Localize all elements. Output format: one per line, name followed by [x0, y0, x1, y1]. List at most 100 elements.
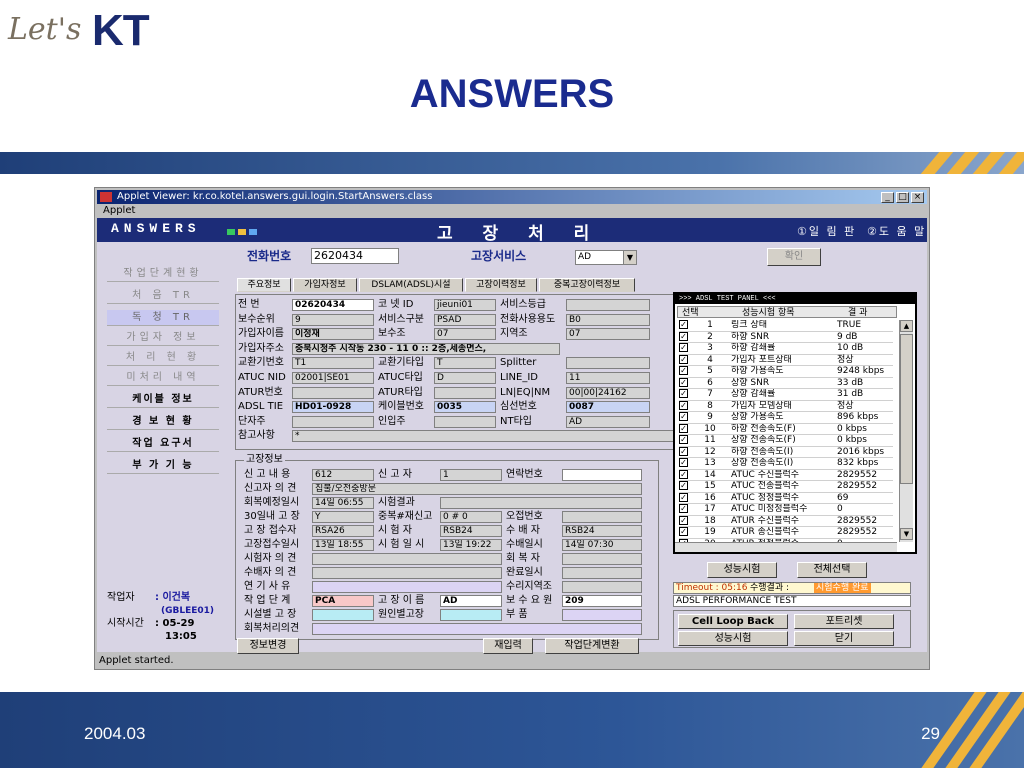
minimize-button[interactable]: _ [881, 192, 894, 203]
run-test-button[interactable]: 성능시험 [707, 562, 777, 578]
adsl-test-row[interactable]: ✓ 3 하향 감쇄률 10 dB [679, 343, 893, 355]
info-field-r8-v3[interactable]: 0087 [566, 401, 650, 414]
info-field-r9-v3[interactable]: AD [566, 415, 650, 428]
info-field-r2-v2[interactable]: PSAD [434, 313, 496, 326]
nav-item-4[interactable]: 처 리 현 황 [107, 350, 219, 366]
adsl-test-row[interactable]: ✓ 1 링크 상태 TRUE [679, 320, 893, 332]
info-field-r6-v3[interactable]: 11 [566, 372, 650, 384]
tab-trouble-history[interactable]: 고장이력정보 [465, 278, 537, 292]
nav-item-6[interactable]: 케이블 정보 [107, 392, 219, 408]
trouble-field-3-v1[interactable]: Y [312, 511, 374, 523]
adsl-test-row[interactable]: ✓ 11 상향 전송속도(F) 0 kbps [679, 435, 893, 447]
trouble-field-6-v3[interactable] [562, 553, 642, 565]
tab-dslam[interactable]: DSLAM(ADSL)시설 [359, 278, 463, 292]
info-field-r3-v3[interactable]: 07 [566, 328, 650, 341]
nav-item-1[interactable]: 처 음 TR [107, 288, 219, 304]
port-reset-button[interactable]: 포트리셋 [794, 614, 894, 629]
scroll-up-icon[interactable]: ▲ [900, 320, 913, 332]
info-field-r8-v2[interactable]: 0035 [434, 401, 496, 414]
info-field-r5-v1[interactable]: T1 [292, 357, 374, 370]
tab-duplicate-history[interactable]: 중복고장이력정보 [539, 278, 635, 292]
trouble-field-7-v3[interactable] [562, 567, 642, 579]
test-checkbox[interactable]: ✓ [679, 343, 688, 352]
nav-item-8[interactable]: 작업 요구서 [107, 436, 219, 452]
tab-subscriber-info[interactable]: 가입자정보 [293, 278, 357, 292]
info-field-r2-v3[interactable]: B0 [566, 313, 650, 326]
adsl-test-row[interactable]: ✓ 14 ATUC 수신블럭수 2829552 [679, 469, 893, 481]
info-change-button[interactable]: 정보변경 [237, 638, 299, 654]
adsl-test-row[interactable]: ✓ 13 상향 전송속도(I) 832 kbps [679, 458, 893, 470]
adsl-test-row[interactable]: ✓ 8 가입자 모뎀상태 정상 [679, 400, 893, 412]
test-checkbox[interactable]: ✓ [679, 527, 688, 536]
adsl-test-row[interactable]: ✓ 19 ATUR 송신블럭수 2829552 [679, 527, 893, 539]
menu-applet[interactable]: Applet [103, 205, 135, 216]
test-checkbox[interactable]: ✓ [679, 469, 688, 479]
service-select[interactable]: AD ▼ [575, 250, 637, 265]
trouble-field-2-v1[interactable]: 14일 06:55 [312, 497, 374, 509]
test-checkbox[interactable]: ✓ [679, 504, 688, 513]
adsl-test-row[interactable]: ✓ 5 하향 가용속도 9248 kbps [679, 366, 893, 378]
trouble-field-4-v1[interactable]: RSA26 [312, 525, 374, 537]
trouble-field-0-v3[interactable] [562, 469, 642, 481]
info-field-r5-v2[interactable]: T [434, 357, 496, 370]
adsl-hscrollbar[interactable] [675, 542, 897, 552]
test-checkbox[interactable]: ✓ [679, 389, 688, 398]
info-field-r7-v1[interactable] [292, 386, 374, 399]
test-checkbox[interactable]: ✓ [679, 354, 688, 364]
test-checkbox[interactable]: ✓ [679, 515, 688, 525]
adsl-test-row[interactable]: ✓ 7 상향 감쇄률 31 dB [679, 389, 893, 401]
trouble-field-4-v2[interactable]: RSB24 [440, 525, 502, 537]
notice-board-link[interactable]: ①일 림 판 [797, 223, 856, 239]
test-checkbox[interactable]: ✓ [679, 492, 688, 502]
trouble-field-4-v3[interactable]: RSB24 [562, 525, 642, 537]
test-checkbox[interactable]: ✓ [679, 377, 688, 387]
reenter-button[interactable]: 재입력 [483, 638, 533, 654]
info-field-r1-v2[interactable]: jieuni01 [434, 299, 496, 311]
adsl-test-row[interactable]: ✓ 10 하향 전송속도(F) 0 kbps [679, 423, 893, 435]
info-field-r8-v1[interactable]: HD01-0928 [292, 401, 374, 414]
trouble-field-2-v2[interactable] [440, 497, 642, 509]
info-field-r4-v1[interactable]: 충북시청주 시작동 230 - 11 0 :: 2층,세종면스, [292, 342, 560, 355]
trouble-field-9-v3[interactable]: 209 [562, 595, 642, 607]
adsl-test-row[interactable]: ✓ 18 ATUR 수신블럭수 2829552 [679, 515, 893, 527]
test-checkbox[interactable]: ✓ [679, 400, 688, 410]
info-field-r9-v1[interactable] [292, 415, 374, 428]
scroll-down-icon[interactable]: ▼ [900, 528, 913, 540]
trouble-field-9-v1[interactable]: PCA [312, 595, 374, 607]
info-field-r9-v2[interactable] [434, 415, 496, 428]
info-field-r7-v3[interactable]: 00|00|24162 [566, 386, 650, 399]
info-field-r2-v1[interactable]: 9 [292, 313, 374, 326]
trouble-field-10-v1[interactable] [312, 609, 374, 621]
window-titlebar[interactable]: Applet Viewer: kr.co.kotel.answers.gui.l… [97, 190, 927, 204]
adsl-test-row[interactable]: ✓ 2 하향 SNR 9 dB [679, 331, 893, 343]
stage-change-button[interactable]: 작업단계변환 [545, 638, 639, 654]
info-field-r3-v2[interactable]: 07 [434, 328, 496, 341]
trouble-field-1-v1[interactable]: 집불/오전중방문 [312, 483, 642, 495]
nav-item-3[interactable]: 가입자 정보 [107, 330, 219, 346]
trouble-field-3-v3[interactable] [562, 511, 642, 523]
confirm-button[interactable]: 확인 [767, 248, 821, 266]
trouble-field-9-v2[interactable]: AD [440, 595, 502, 607]
trouble-field-3-v2[interactable]: 0 # 0 [440, 511, 502, 523]
trouble-field-6-v1[interactable] [312, 553, 502, 565]
adsl-test-row[interactable]: ✓ 12 하향 전송속도(I) 2016 kbps [679, 446, 893, 458]
test-checkbox[interactable]: ✓ [679, 331, 688, 341]
info-field-r10-v1[interactable]: * [292, 430, 680, 443]
trouble-field-0-v2[interactable]: 1 [440, 469, 502, 481]
trouble-field-5-v2[interactable]: 13일 19:22 [440, 539, 502, 551]
test-checkbox[interactable]: ✓ [679, 458, 688, 467]
adsl-test-row[interactable]: ✓ 9 상향 가용속도 896 kbps [679, 412, 893, 424]
info-field-r1-v3[interactable] [566, 299, 650, 311]
phone-input[interactable]: 2620434 [311, 248, 399, 264]
test-checkbox[interactable]: ✓ [679, 435, 688, 444]
test-checkbox[interactable]: ✓ [679, 423, 688, 433]
adsl-test-row[interactable]: ✓ 16 ATUC 정정블럭수 69 [679, 492, 893, 504]
adsl-scrollbar[interactable]: ▲ ▼ [899, 320, 913, 542]
info-field-r1-v1[interactable]: 02620434 [292, 299, 374, 311]
trouble-field-8-v3[interactable] [562, 581, 642, 593]
cell-loop-back-button[interactable]: Cell Loop Back [678, 614, 788, 629]
info-field-r6-v2[interactable]: D [434, 372, 496, 384]
adsl-test-row[interactable]: ✓ 6 상향 SNR 33 dB [679, 377, 893, 389]
tab-main-info[interactable]: 주요정보 [237, 278, 291, 292]
select-all-button[interactable]: 전체선택 [797, 562, 867, 578]
